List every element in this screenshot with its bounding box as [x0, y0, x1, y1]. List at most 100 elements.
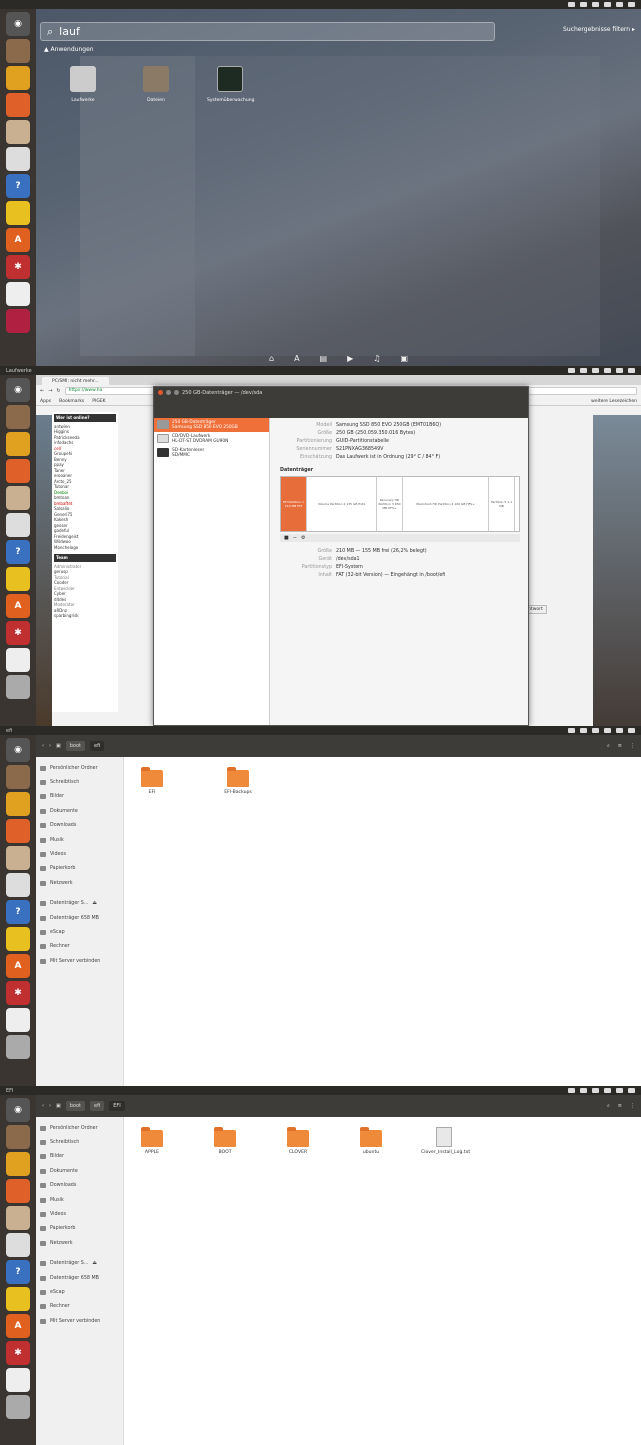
bluetooth-icon[interactable] [592, 2, 599, 7]
keyboard-icon[interactable] [580, 2, 587, 7]
home-lens-icon[interactable]: ⌂ [269, 354, 274, 363]
eject-icon[interactable]: ⏏ [92, 901, 97, 906]
notes-icon[interactable] [6, 567, 30, 591]
sidebar-item[interactable]: Schreibtisch [36, 775, 123, 789]
sidebar-item[interactable]: Videos [36, 1207, 123, 1221]
sidebar-item[interactable]: Bilder [36, 790, 123, 804]
software-center-icon[interactable]: A [6, 228, 30, 252]
list-view-icon[interactable]: ≡ [618, 1103, 622, 1109]
sidebar-item[interactable]: Papierkorb [36, 1222, 123, 1236]
files-icon[interactable] [6, 765, 30, 789]
keyboard-icon[interactable] [580, 368, 587, 373]
menu-icon[interactable]: ⋮ [630, 743, 635, 749]
music-lens-icon[interactable]: ♫ [373, 354, 380, 363]
archive-icon[interactable] [6, 1206, 30, 1230]
drive-icon[interactable]: ▣ [56, 743, 61, 749]
keyboard-icon[interactable] [580, 728, 587, 733]
mail-icon[interactable] [6, 873, 30, 897]
document-icon[interactable] [6, 282, 30, 306]
help-icon[interactable]: ? [6, 1260, 30, 1284]
folder-item[interactable]: EFI [129, 767, 175, 795]
mail-icon[interactable] [6, 1233, 30, 1257]
sidebar-item[interactable]: Rechner [36, 1300, 123, 1314]
chrome-icon[interactable] [6, 66, 30, 90]
firefox-icon[interactable] [6, 93, 30, 117]
device-item-sd[interactable]: SD-Kartenleser SD/MMC [154, 446, 269, 460]
system-tray[interactable] [568, 2, 635, 7]
menu-icon[interactable]: ⋮ [630, 1103, 635, 1109]
network-icon[interactable] [568, 728, 575, 733]
settings-icon[interactable]: ✱ [6, 255, 30, 279]
back-icon[interactable]: ← [40, 388, 44, 394]
wrench-icon[interactable]: ⚙ [301, 535, 305, 541]
video-lens-icon[interactable]: ▶ [347, 354, 353, 363]
breadcrumb-efi[interactable]: efi [90, 1101, 105, 1111]
photo-lens-icon[interactable]: ▣ [400, 354, 408, 363]
sidebar-item[interactable]: Downloads [36, 1179, 123, 1193]
volume-segment[interactable]: Macintosh HD Partition 4 100 GB HFS+ [403, 477, 489, 531]
sidebar-item[interactable]: Schreibtisch [36, 1135, 123, 1149]
forum-user[interactable]: Monchelogo [54, 545, 116, 551]
settings-icon[interactable]: ✱ [6, 621, 30, 645]
notes-icon[interactable] [6, 201, 30, 225]
folder-item[interactable]: BOOT [202, 1127, 248, 1155]
files-icon[interactable] [6, 405, 30, 429]
battery-icon[interactable] [604, 1088, 611, 1093]
disks-icon[interactable] [6, 1035, 30, 1059]
help-icon[interactable]: ? [6, 900, 30, 924]
app-result-disks[interactable]: Laufwerke [60, 66, 106, 103]
dash-search-input[interactable]: ⌕ lauf [40, 22, 495, 41]
network-icon[interactable] [568, 368, 575, 373]
network-icon[interactable] [568, 1088, 575, 1093]
gear-icon[interactable] [628, 368, 635, 373]
settings-icon[interactable]: ✱ [6, 981, 30, 1005]
firefox-icon[interactable] [6, 1179, 30, 1203]
volume-segment[interactable]: Volume Partition 2 135 GB Ext4 [307, 477, 377, 531]
sidebar-item[interactable]: Musik [36, 1193, 123, 1207]
help-icon[interactable]: ? [6, 174, 30, 198]
bluetooth-icon[interactable] [592, 1088, 599, 1093]
sidebar-item[interactable]: Dokumente [36, 804, 123, 818]
sidebar-item[interactable]: Persönlicher Ordner [36, 1121, 123, 1135]
sidebar-item[interactable]: Rechner [36, 940, 123, 954]
sidebar-item[interactable]: Datenträger S... ⏏ [36, 897, 123, 911]
forward-icon[interactable]: › [49, 1103, 51, 1109]
settings-icon[interactable]: ✱ [6, 1341, 30, 1365]
system-tray[interactable] [568, 368, 635, 373]
sidebar-item[interactable]: Netzwerk [36, 1236, 123, 1250]
software-center-icon[interactable]: A [6, 1314, 30, 1338]
dash-home-icon[interactable]: ◉ [6, 12, 30, 36]
back-icon[interactable]: ‹ [42, 1103, 44, 1109]
folder-item[interactable]: CLOVER [275, 1127, 321, 1155]
bookmark-bookmarks[interactable]: Bookmarks [59, 399, 84, 404]
breadcrumb-boot[interactable]: boot [65, 741, 85, 751]
keyboard-icon[interactable] [580, 1088, 587, 1093]
sidebar-item[interactable]: Netzwerk [36, 876, 123, 890]
forward-icon[interactable]: › [49, 743, 51, 749]
browser-tab[interactable]: PC/SMI: nicht mehr... [42, 377, 109, 385]
team-user[interactable]: sparbingrisk [54, 613, 116, 619]
volume-icon[interactable] [616, 368, 623, 373]
back-icon[interactable]: ‹ [42, 743, 44, 749]
other-bookmarks[interactable]: weitere Lesezeichen [591, 399, 637, 404]
sidebar-item[interactable]: Downloads [36, 819, 123, 833]
drive-icon[interactable]: ▣ [56, 1103, 61, 1109]
folder-item[interactable]: ubuntu [348, 1127, 394, 1155]
folder-item[interactable]: EFI-Backups [215, 767, 261, 795]
breadcrumb-efi[interactable]: efi [90, 741, 105, 751]
disks-icon[interactable] [6, 1395, 30, 1419]
sidebar-item[interactable]: Dokumente [36, 1164, 123, 1178]
archive-icon[interactable] [6, 486, 30, 510]
volume-icon[interactable] [616, 728, 623, 733]
firefox-icon[interactable] [6, 459, 30, 483]
sidebar-item[interactable]: Datenträger S... ⏏ [36, 1257, 123, 1271]
bluetooth-icon[interactable] [592, 368, 599, 373]
sidebar-item[interactable]: Datenträger 658 MB [36, 911, 123, 925]
files-icon[interactable] [6, 39, 30, 63]
forward-icon[interactable]: → [48, 388, 52, 394]
close-icon[interactable] [158, 390, 163, 395]
chrome-icon[interactable] [6, 432, 30, 456]
sidebar-item[interactable]: Papierkorb [36, 862, 123, 876]
volume-segment[interactable]: EFI Partition 1 210 MB FAT [281, 477, 307, 531]
search-icon[interactable]: ⌕ [607, 743, 610, 749]
